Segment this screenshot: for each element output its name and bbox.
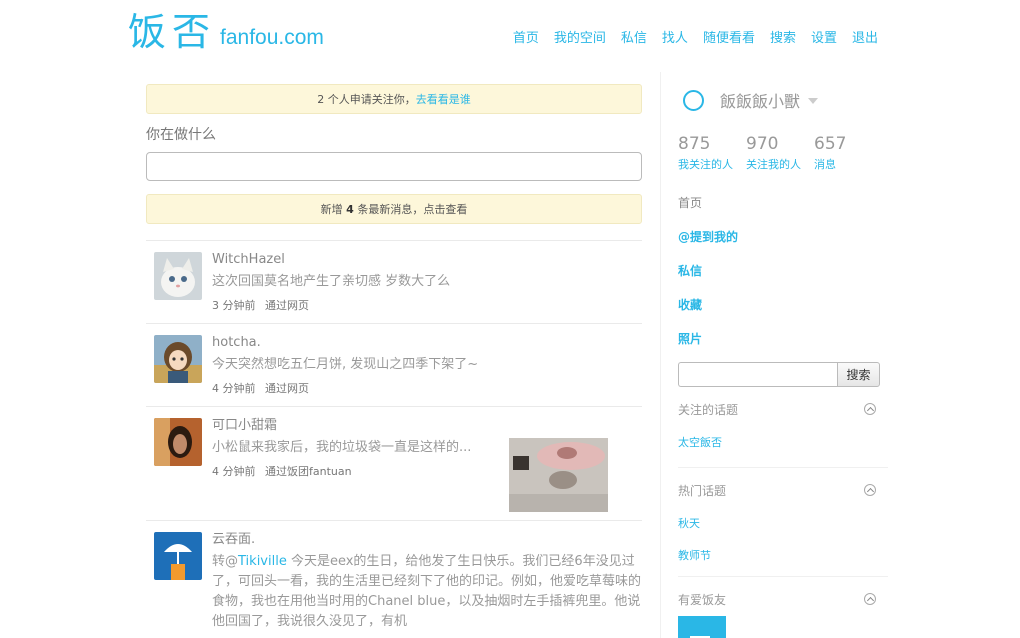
sidebar-item-home[interactable]: 首页 bbox=[678, 194, 894, 211]
user-circle-icon bbox=[683, 89, 704, 111]
message-source: 通过网页 bbox=[265, 382, 309, 395]
search-input[interactable] bbox=[678, 362, 837, 387]
timeline-item: hotcha. 今天突然想吃五仁月饼, 发现山之四季下架了~ 4 分钟前 通过网… bbox=[146, 324, 642, 407]
message-repost-prefix: 转@ bbox=[212, 554, 239, 569]
message-meta: 3 分钟前 通过网页 bbox=[212, 297, 642, 313]
main-column: 2 个人申请关注你，去看看是谁 你在做什么 新增 4 条最新消息，点击查看 Wi… bbox=[146, 84, 642, 638]
section-list: 秋天 教师节 bbox=[678, 515, 888, 563]
search-button[interactable]: 搜索 bbox=[837, 362, 880, 387]
sidebar-item-photos[interactable]: 照片 bbox=[678, 330, 894, 347]
section-list: 太空飯否 bbox=[678, 434, 888, 450]
sidebar-search: 搜索 bbox=[678, 362, 894, 387]
message-time[interactable]: 3 分钟前 bbox=[212, 299, 256, 312]
message-author[interactable]: WitchHazel bbox=[212, 251, 642, 269]
sidebar-item-private-messages[interactable]: 私信 bbox=[678, 262, 894, 279]
timeline: WitchHazel 这次回国莫名地产生了亲切感 岁数大了么 3 分钟前 通过网… bbox=[146, 240, 642, 638]
avatar[interactable] bbox=[154, 418, 202, 466]
topic-link[interactable]: 教师节 bbox=[678, 547, 888, 563]
message-source: 通过饭团fantuan bbox=[265, 465, 352, 478]
logo-domain: fanfou.com bbox=[220, 26, 324, 49]
top-nav: 首页 我的空间 私信 找人 随便看看 搜索 设置 退出 bbox=[513, 27, 878, 46]
topic-link[interactable]: 太空飯否 bbox=[678, 434, 888, 450]
sidebar-nav: @提到我的 私信 收藏 照片 bbox=[678, 228, 894, 347]
collapse-icon[interactable] bbox=[864, 484, 876, 496]
follow-request-link[interactable]: 去看看是谁 bbox=[416, 93, 471, 106]
message-content: 转@Tikiville 今天是eex的生日，给他发了生日快乐。我们已经6年没见过… bbox=[212, 552, 642, 632]
nav-browse[interactable]: 随便看看 bbox=[703, 27, 755, 46]
message-content: 今天突然想吃五仁月饼, 发现山之四季下架了~ bbox=[212, 357, 479, 372]
section-hot-topics: 热门话题 秋天 教师节 bbox=[678, 468, 888, 577]
section-title: 热门话题 bbox=[678, 484, 727, 498]
sidebar-item-mentions[interactable]: @提到我的 bbox=[678, 228, 894, 245]
timeline-item: WitchHazel 这次回国莫名地产生了亲切感 岁数大了么 3 分钟前 通过网… bbox=[146, 241, 642, 324]
new-messages-count: 4 bbox=[346, 203, 354, 216]
nav-logout[interactable]: 退出 bbox=[852, 27, 878, 46]
photo-thumbnail-icon bbox=[509, 438, 608, 512]
section-title: 有爱饭友 bbox=[678, 593, 727, 607]
status-prompt: 你在做什么 bbox=[146, 127, 216, 143]
section-friends: 有爱饭友 bbox=[678, 577, 888, 638]
message-author[interactable]: 可口小甜霜 bbox=[212, 417, 642, 435]
nav-my-space[interactable]: 我的空间 bbox=[554, 27, 606, 46]
user-menu[interactable]: 飯飯飯小獸 bbox=[678, 88, 894, 112]
stat-followers[interactable]: 970 关注我的人 bbox=[746, 134, 801, 172]
stat-label: 消息 bbox=[814, 158, 836, 171]
topic-link[interactable]: 秋天 bbox=[678, 515, 888, 531]
friend-avatar[interactable] bbox=[678, 616, 726, 638]
new-messages-notice[interactable]: 新增 4 条最新消息，点击查看 bbox=[146, 194, 642, 224]
message-content: 这次回国莫名地产生了亲切感 岁数大了么 bbox=[212, 274, 451, 289]
mention-link[interactable]: Tikiville bbox=[238, 554, 287, 569]
umbrella-avatar-icon bbox=[154, 532, 202, 580]
nav-private-messages[interactable]: 私信 bbox=[621, 27, 647, 46]
message-photo[interactable] bbox=[509, 438, 608, 512]
site-logo[interactable]: 饭否 fanfou.com bbox=[128, 10, 324, 54]
section-followed-topics: 关注的话题 太空飯否 bbox=[678, 387, 888, 468]
collapse-icon[interactable] bbox=[864, 403, 876, 415]
message-meta: 4 分钟前 通过网页 bbox=[212, 380, 642, 396]
new-messages-suffix: 条最新消息，点击查看 bbox=[353, 203, 468, 216]
message-author[interactable]: hotcha. bbox=[212, 334, 642, 352]
section-title: 关注的话题 bbox=[678, 403, 739, 417]
stat-number: 970 bbox=[746, 134, 779, 154]
nav-settings[interactable]: 设置 bbox=[811, 27, 837, 46]
timeline-item: 可口小甜霜 小松鼠来我家后，我的垃圾袋一直是这样的... 4 分钟前 通过饭团f… bbox=[146, 407, 642, 521]
sidebar-item-favorites[interactable]: 收藏 bbox=[678, 296, 894, 313]
sidebar: 飯飯飯小獸 875 我关注的人 970 关注我的人 657 消息 首页 @提到我… bbox=[660, 72, 894, 638]
stat-number: 875 bbox=[678, 134, 711, 154]
stat-messages[interactable]: 657 消息 bbox=[814, 134, 846, 172]
chevron-down-icon[interactable] bbox=[808, 98, 819, 104]
user-stats: 875 我关注的人 970 关注我的人 657 消息 bbox=[678, 134, 894, 172]
logo-chinese: 饭否 bbox=[128, 10, 217, 54]
follow-request-notice: 2 个人申请关注你，去看看是谁 bbox=[146, 84, 642, 114]
nav-search[interactable]: 搜索 bbox=[770, 27, 796, 46]
message-author[interactable]: 云吞面. bbox=[212, 531, 642, 549]
stat-label: 我关注的人 bbox=[678, 158, 733, 171]
message-time[interactable]: 4 分钟前 bbox=[212, 382, 256, 395]
avatar[interactable] bbox=[154, 335, 202, 383]
avatar[interactable] bbox=[154, 252, 202, 300]
message-time[interactable]: 4 分钟前 bbox=[212, 465, 256, 478]
timeline-item: 云吞面. 转@Tikiville 今天是eex的生日，给他发了生日快乐。我们已经… bbox=[146, 521, 642, 638]
collapse-icon[interactable] bbox=[864, 593, 876, 605]
username[interactable]: 飯飯飯小獸 bbox=[720, 88, 800, 112]
nav-home[interactable]: 首页 bbox=[513, 27, 539, 46]
kitten-avatar-icon bbox=[154, 252, 202, 300]
stat-number: 657 bbox=[814, 134, 847, 154]
follow-request-text: 2 个人申请关注你， bbox=[317, 93, 416, 106]
new-messages-prefix: 新增 bbox=[320, 203, 347, 216]
avatar[interactable] bbox=[154, 532, 202, 580]
nav-find-people[interactable]: 找人 bbox=[662, 27, 688, 46]
stat-label: 关注我的人 bbox=[746, 158, 801, 171]
portrait-avatar-icon bbox=[154, 418, 202, 466]
message-source: 通过网页 bbox=[265, 299, 309, 312]
stat-following[interactable]: 875 我关注的人 bbox=[678, 134, 733, 172]
status-input[interactable] bbox=[146, 152, 642, 181]
anime-girl-avatar-icon bbox=[154, 335, 202, 383]
